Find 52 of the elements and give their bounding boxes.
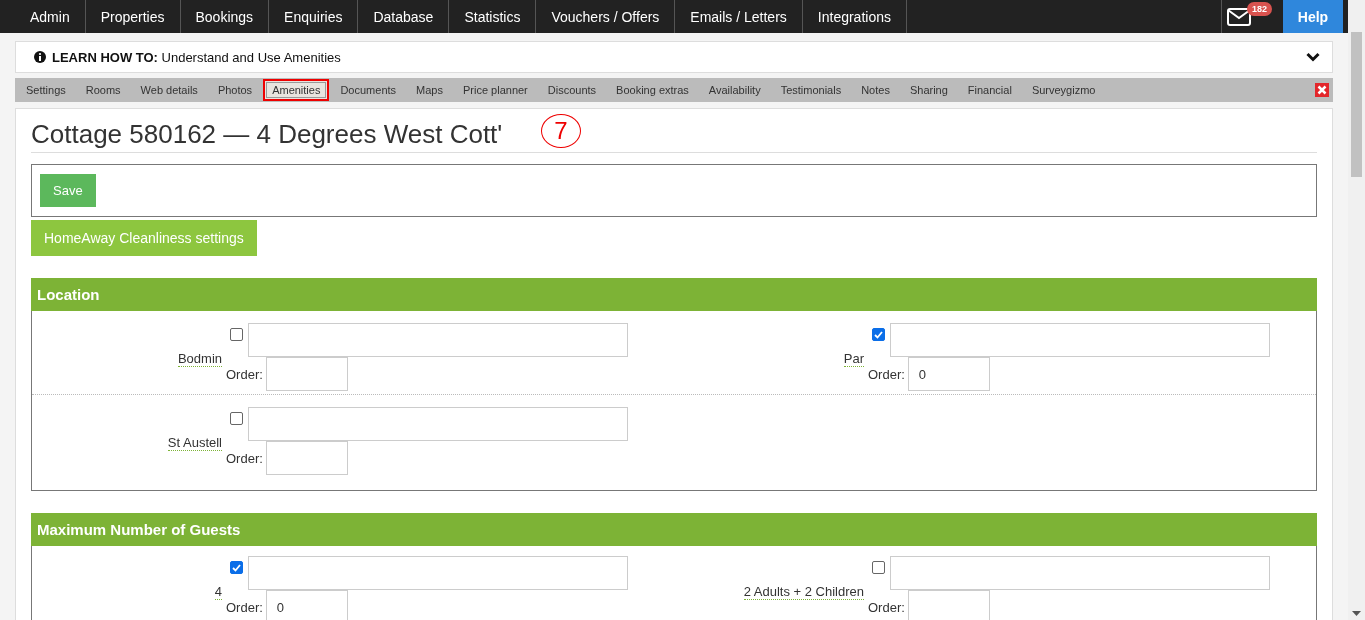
amenity-label: Bodmin — [177, 351, 222, 367]
order-field[interactable]: 0 — [907, 357, 990, 391]
tab[interactable]: Surveygizmo — [1022, 79, 1105, 101]
text-field[interactable] — [248, 556, 628, 590]
tab[interactable]: Photos — [208, 79, 262, 101]
order-field[interactable]: 0 — [265, 590, 348, 620]
checkbox[interactable] — [230, 412, 243, 425]
order-label: Order: — [868, 599, 905, 615]
text-field[interactable] — [890, 556, 1270, 590]
mail-icon[interactable] — [1227, 7, 1251, 26]
amenity-label: 2 Adults + 2 Children — [743, 584, 864, 600]
amenity-label: 4 — [214, 584, 222, 600]
tab[interactable]: Settings — [17, 79, 75, 101]
info-icon — [34, 51, 46, 63]
text-field[interactable] — [248, 323, 628, 357]
tab[interactable]: Discounts — [538, 79, 606, 101]
section-header: Maximum Number of Guests — [31, 513, 1317, 546]
order-field[interactable] — [907, 590, 990, 620]
order-label: Order: — [226, 450, 263, 466]
tab[interactable]: Rooms — [76, 79, 130, 101]
scrollbar-thumb[interactable] — [1351, 32, 1362, 177]
help-button[interactable]: Help — [1283, 0, 1343, 33]
text-field[interactable] — [890, 323, 1270, 357]
order-label: Order: — [226, 599, 263, 615]
tab[interactable]: Testimonials — [771, 79, 851, 101]
tab[interactable]: Financial — [958, 79, 1021, 101]
tab[interactable]: Notes — [852, 79, 899, 101]
amenity-label: Par — [843, 351, 864, 367]
checkbox[interactable] — [230, 328, 243, 341]
tab[interactable]: Price planner — [453, 79, 537, 101]
tab[interactable]: Maps — [407, 79, 452, 101]
checkbox[interactable] — [230, 561, 243, 574]
chevron-down-icon[interactable] — [1306, 52, 1320, 62]
checkbox[interactable] — [872, 328, 885, 341]
amenity-label: St Austell — [167, 435, 222, 451]
tab[interactable]: Booking extras — [607, 79, 698, 101]
section-header: Location — [31, 278, 1317, 311]
unread-count-badge: 182 — [1247, 2, 1273, 16]
order-label: Order: — [868, 366, 905, 382]
tab[interactable]: Documents — [331, 79, 406, 101]
text-field[interactable] — [248, 407, 628, 441]
scroll-down-arrow-icon[interactable] — [1352, 611, 1361, 616]
tab[interactable]: Amenities — [263, 79, 330, 101]
close-icon[interactable] — [1315, 83, 1329, 97]
tab[interactable]: Availability — [699, 79, 770, 101]
tab[interactable]: Sharing — [900, 79, 957, 101]
order-label: Order: — [226, 366, 263, 382]
learn-how-to-text: LEARN HOW TO: Understand and Use Amenities — [52, 49, 342, 65]
order-field[interactable] — [265, 441, 348, 475]
checkbox[interactable] — [872, 561, 885, 574]
tab[interactable]: Web details — [131, 79, 207, 101]
order-field[interactable] — [265, 357, 348, 391]
